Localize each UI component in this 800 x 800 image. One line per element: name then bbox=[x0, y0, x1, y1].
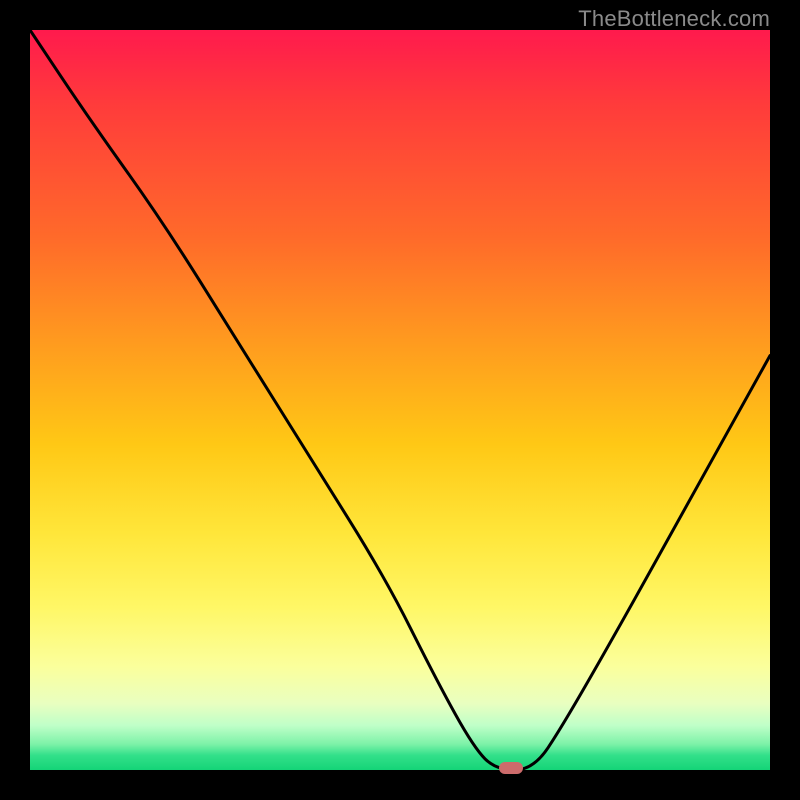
outer-frame: TheBottleneck.com bbox=[0, 0, 800, 800]
curve-path bbox=[30, 30, 770, 770]
chart-area bbox=[30, 30, 770, 770]
watermark-text: TheBottleneck.com bbox=[578, 6, 770, 32]
bottleneck-curve bbox=[30, 30, 770, 770]
optimal-marker bbox=[499, 762, 523, 774]
